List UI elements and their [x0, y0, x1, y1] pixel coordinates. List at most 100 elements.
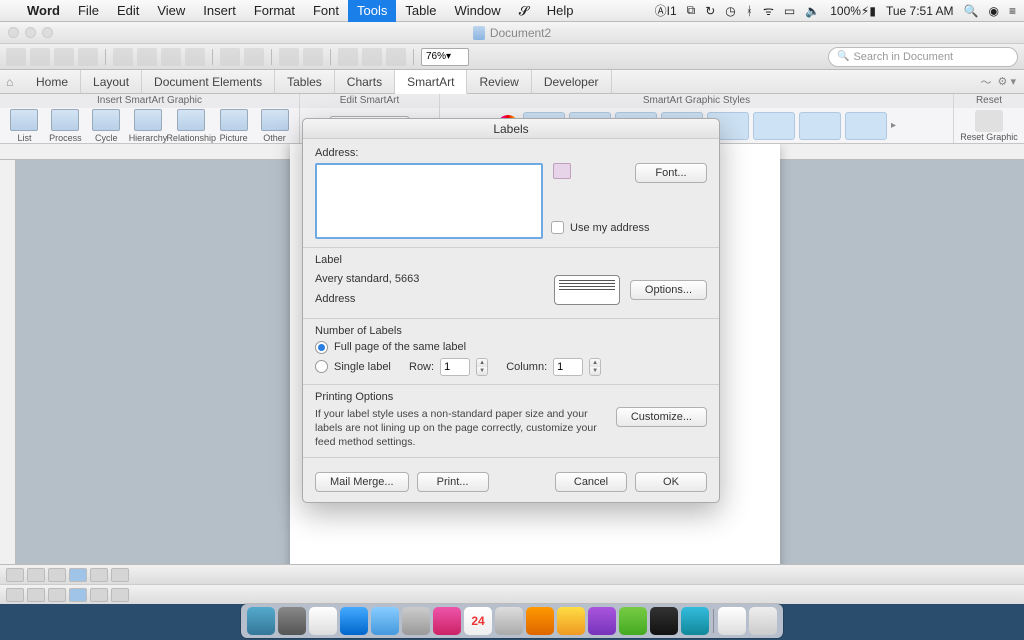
view-notebook[interactable] — [90, 568, 108, 582]
menu-tools[interactable]: Tools — [348, 0, 396, 22]
view-draft[interactable] — [6, 568, 24, 582]
open-button[interactable] — [30, 48, 50, 66]
wifi-icon[interactable]: ᯤ — [763, 2, 774, 19]
style-thumb[interactable] — [799, 112, 841, 140]
menu-format[interactable]: Format — [245, 0, 304, 22]
menu-window[interactable]: Window — [445, 0, 509, 22]
app-menu[interactable]: Word — [18, 0, 69, 22]
dock-calendar[interactable]: 24 — [464, 607, 492, 635]
dock-doc[interactable] — [718, 607, 746, 635]
dock-word[interactable] — [681, 607, 709, 635]
dock-settings[interactable] — [278, 607, 306, 635]
undo-button[interactable] — [220, 48, 240, 66]
style-thumb[interactable] — [753, 112, 795, 140]
spotlight-icon[interactable]: 🔍 — [964, 4, 979, 18]
ribbon-collapse-icon[interactable]: 〜 — [981, 74, 992, 90]
bluetooth-icon[interactable]: ᚼ — [746, 4, 753, 18]
home-icon[interactable]: ⌂ — [6, 70, 20, 93]
tab-charts[interactable]: Charts — [335, 70, 395, 93]
view-focus-2[interactable] — [111, 588, 129, 602]
dock-chrome[interactable] — [557, 607, 585, 635]
zoom-select[interactable]: 76% ▾ — [421, 48, 469, 66]
view-print[interactable] — [69, 568, 87, 582]
menu-table[interactable]: Table — [396, 0, 445, 22]
view-notebook-2[interactable] — [90, 588, 108, 602]
smartart-relationship[interactable]: Relationship — [171, 109, 211, 143]
display-icon[interactable]: ▭ — [784, 4, 795, 18]
copy-button[interactable] — [137, 48, 157, 66]
ribbon-settings-icon[interactable]: ⚙ ▾ — [998, 75, 1016, 88]
cancel-button[interactable]: Cancel — [555, 472, 627, 492]
siri-icon[interactable]: ◉ — [989, 4, 999, 18]
mail-merge-button[interactable]: Mail Merge... — [315, 472, 409, 492]
tab-developer[interactable]: Developer — [532, 70, 612, 93]
smartart-picture[interactable]: Picture — [215, 109, 252, 143]
dock-itunes[interactable] — [433, 607, 461, 635]
dock-mail[interactable] — [371, 607, 399, 635]
sync-icon[interactable]: ↻ — [705, 4, 715, 18]
tab-layout[interactable]: Layout — [81, 70, 142, 93]
zoom-window-icon[interactable] — [42, 27, 53, 38]
menu-edit[interactable]: Edit — [108, 0, 148, 22]
column-input[interactable] — [553, 358, 583, 376]
menu-font[interactable]: Font — [304, 0, 348, 22]
menu-help[interactable]: Help — [538, 0, 583, 22]
reset-graphic-button[interactable]: Reset Graphic — [960, 110, 1018, 142]
tab-smartart[interactable]: SmartArt — [395, 70, 467, 94]
notification-icon[interactable]: ≡ — [1009, 4, 1016, 18]
ok-button[interactable]: OK — [635, 472, 707, 492]
tab-tables[interactable]: Tables — [275, 70, 335, 93]
dock-app[interactable] — [526, 607, 554, 635]
smartart-hierarchy[interactable]: Hierarchy — [129, 109, 168, 143]
dock-safari[interactable] — [340, 607, 368, 635]
menu-view[interactable]: View — [148, 0, 194, 22]
view-outline-2[interactable] — [27, 588, 45, 602]
dropbox-icon[interactable]: ⧉ — [687, 3, 696, 18]
script-menu-icon[interactable]: 𝓢 — [510, 0, 538, 22]
dock-app[interactable] — [588, 607, 616, 635]
volume-icon[interactable]: 🔈 — [805, 4, 820, 18]
full-page-radio[interactable]: Full page of the same label — [315, 341, 707, 354]
dock-finder[interactable] — [247, 607, 275, 635]
minimize-window-icon[interactable] — [25, 27, 36, 38]
customize-button[interactable]: Customize... — [616, 407, 707, 427]
view-print-2[interactable] — [69, 588, 87, 602]
view-outline[interactable] — [27, 568, 45, 582]
dock-app[interactable] — [402, 607, 430, 635]
media-button[interactable] — [279, 48, 299, 66]
options-button[interactable]: Options... — [630, 280, 707, 300]
show-marks-button[interactable] — [303, 48, 323, 66]
smartart-process[interactable]: Process — [47, 109, 84, 143]
row-stepper[interactable]: ▲▼ — [476, 358, 488, 376]
gallery-button[interactable] — [386, 48, 406, 66]
dock-app[interactable] — [650, 607, 678, 635]
battery-status[interactable]: 100% ⚡︎▮ — [830, 4, 876, 18]
view-focus[interactable] — [111, 568, 129, 582]
sidebar-button[interactable] — [338, 48, 358, 66]
contacts-icon[interactable] — [553, 163, 571, 179]
paste-button[interactable] — [161, 48, 181, 66]
font-button[interactable]: Font... — [635, 163, 707, 183]
dock-app[interactable] — [309, 607, 337, 635]
redo-button[interactable] — [244, 48, 264, 66]
search-input[interactable]: Search in Document — [828, 47, 1018, 67]
new-doc-button[interactable] — [6, 48, 26, 66]
view-draft-2[interactable] — [6, 588, 24, 602]
timemachine-icon[interactable]: ◷ — [725, 4, 735, 18]
save-button[interactable] — [54, 48, 74, 66]
menu-insert[interactable]: Insert — [194, 0, 245, 22]
print-button[interactable]: Print... — [417, 472, 489, 492]
use-my-address-checkbox[interactable]: Use my address — [551, 221, 707, 234]
column-stepper[interactable]: ▲▼ — [589, 358, 601, 376]
close-window-icon[interactable] — [8, 27, 19, 38]
format-painter-button[interactable] — [185, 48, 205, 66]
vertical-ruler[interactable] — [0, 160, 16, 564]
view-publishing-2[interactable] — [48, 588, 66, 602]
tab-home[interactable]: Home — [24, 70, 81, 93]
address-input[interactable] — [315, 163, 543, 239]
styles-more-icon[interactable]: ▸ — [891, 120, 896, 131]
style-thumb[interactable] — [845, 112, 887, 140]
smartart-list[interactable]: List — [6, 109, 43, 143]
menu-file[interactable]: File — [69, 0, 108, 22]
smartart-cycle[interactable]: Cycle — [88, 109, 125, 143]
